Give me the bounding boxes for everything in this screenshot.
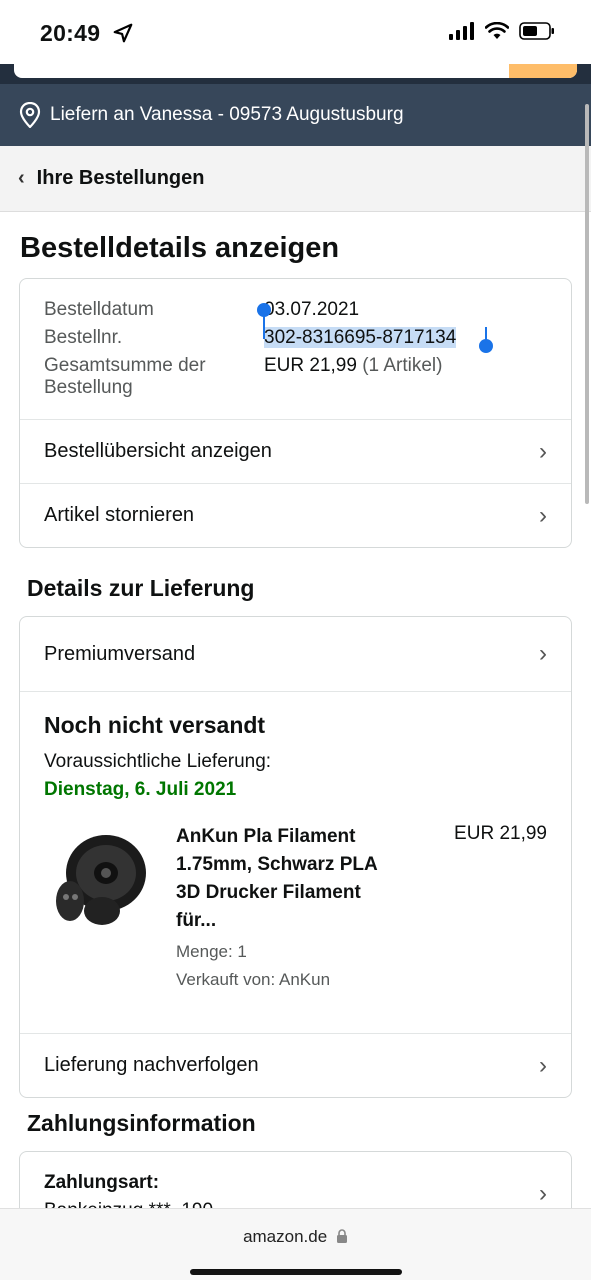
shipping-method-row[interactable]: Premiumversand › [20,617,571,691]
search-strip [0,64,591,84]
order-number-value-wrap[interactable]: 302-8316695-8717134 [257,303,547,353]
shipment-block: Noch nicht versandt Voraussichtliche Lie… [20,691,571,1033]
delivery-location-bar[interactable]: Liefern an Vanessa - 09573 Augustusburg [0,84,591,146]
status-icons [449,22,555,40]
delivery-location-text: Liefern an Vanessa - 09573 Augustusburg [50,104,404,125]
location-arrow-icon [113,23,133,43]
order-total-label: Gesamtsumme der Bestellung [44,355,206,398]
home-indicator[interactable] [190,1269,402,1275]
filament-spool-icon [56,835,146,925]
url-text[interactable]: amazon.de [243,1227,327,1246]
signal-icon [449,22,474,40]
chevron-right-icon: › [539,1180,547,1207]
chevron-right-icon: › [539,1051,547,1079]
item-seller: Verkauft von: AnKun [176,970,331,989]
breadcrumb-label[interactable]: Ihre Bestellungen [37,167,205,190]
battery-icon [519,22,554,40]
browser-bottom-bar: amazon.de [0,1208,591,1280]
view-order-summary-label[interactable]: Bestellübersicht anzeigen [44,440,272,463]
order-total-wrap: EUR 21,99 (1 Artikel) [264,355,547,399]
shipping-method-label[interactable]: Premiumversand [44,643,195,666]
order-date-label: Bestelldatum [44,299,154,320]
payment-heading: Zahlungsinformation [27,1110,256,1136]
selection-handle-start-bar [263,315,265,339]
breadcrumb[interactable]: ‹ Ihre Bestellungen [0,146,591,212]
delivery-details-heading: Details zur Lieferung [27,575,255,601]
chevron-right-icon: › [539,437,547,465]
location-pin-icon [19,102,41,128]
cancel-items-label[interactable]: Artikel stornieren [44,504,194,527]
order-date-value: 03.07.2021 [264,299,360,320]
payment-method-label: Zahlungsart: [44,1172,160,1193]
chevron-left-icon: ‹ [18,167,25,189]
order-info-grid: Bestelldatum 03.07.2021 Bestellnr. 302-8… [20,279,571,419]
search-button[interactable] [509,64,577,78]
track-package-label[interactable]: Lieferung nachverfolgen [44,1054,259,1077]
order-total-count: (1 Artikel) [362,355,443,376]
shipment-status: Noch nicht versandt [44,712,266,738]
lock-icon [336,1229,347,1243]
chevron-right-icon: › [539,501,547,529]
page-title: Bestelldetails anzeigen [20,232,340,264]
delivery-details-card: Premiumversand › Noch nicht versandt Vor… [19,616,572,1098]
delivery-estimate-label: Voraussichtliche Lieferung: [44,751,272,772]
status-bar: 20:49 [0,0,591,66]
selection-handle-end[interactable] [479,339,493,353]
order-number-label: Bestellnr. [44,327,123,348]
url-bar[interactable]: amazon.de [0,1227,591,1247]
item-price: EUR 21,99 [454,823,547,844]
search-input[interactable] [14,64,577,78]
product-image[interactable] [44,823,154,933]
wifi-icon [485,22,509,39]
track-package-row[interactable]: Lieferung nachverfolgen › [20,1033,571,1097]
order-total-value: EUR 21,99 [264,355,357,376]
order-summary-card: Bestelldatum 03.07.2021 Bestellnr. 302-8… [19,278,572,548]
chevron-right-icon: › [539,640,547,667]
order-number-value[interactable]: 302-8316695-8717134 [264,327,457,348]
item-title[interactable]: AnKun Pla Filament 1.75mm, Schwarz PLA 3… [176,823,396,935]
view-order-summary-row[interactable]: Bestellübersicht anzeigen › [20,419,571,483]
item-quantity: Menge: 1 [176,942,247,961]
order-item[interactable]: AnKun Pla Filament 1.75mm, Schwarz PLA 3… [44,823,547,1033]
scrollbar[interactable] [585,104,589,504]
cancel-items-row[interactable]: Artikel stornieren › [20,483,571,547]
item-info: AnKun Pla Filament 1.75mm, Schwarz PLA 3… [176,823,436,991]
delivery-estimate-date: Dienstag, 6. Juli 2021 [44,779,237,800]
status-time: 20:49 [40,20,101,46]
